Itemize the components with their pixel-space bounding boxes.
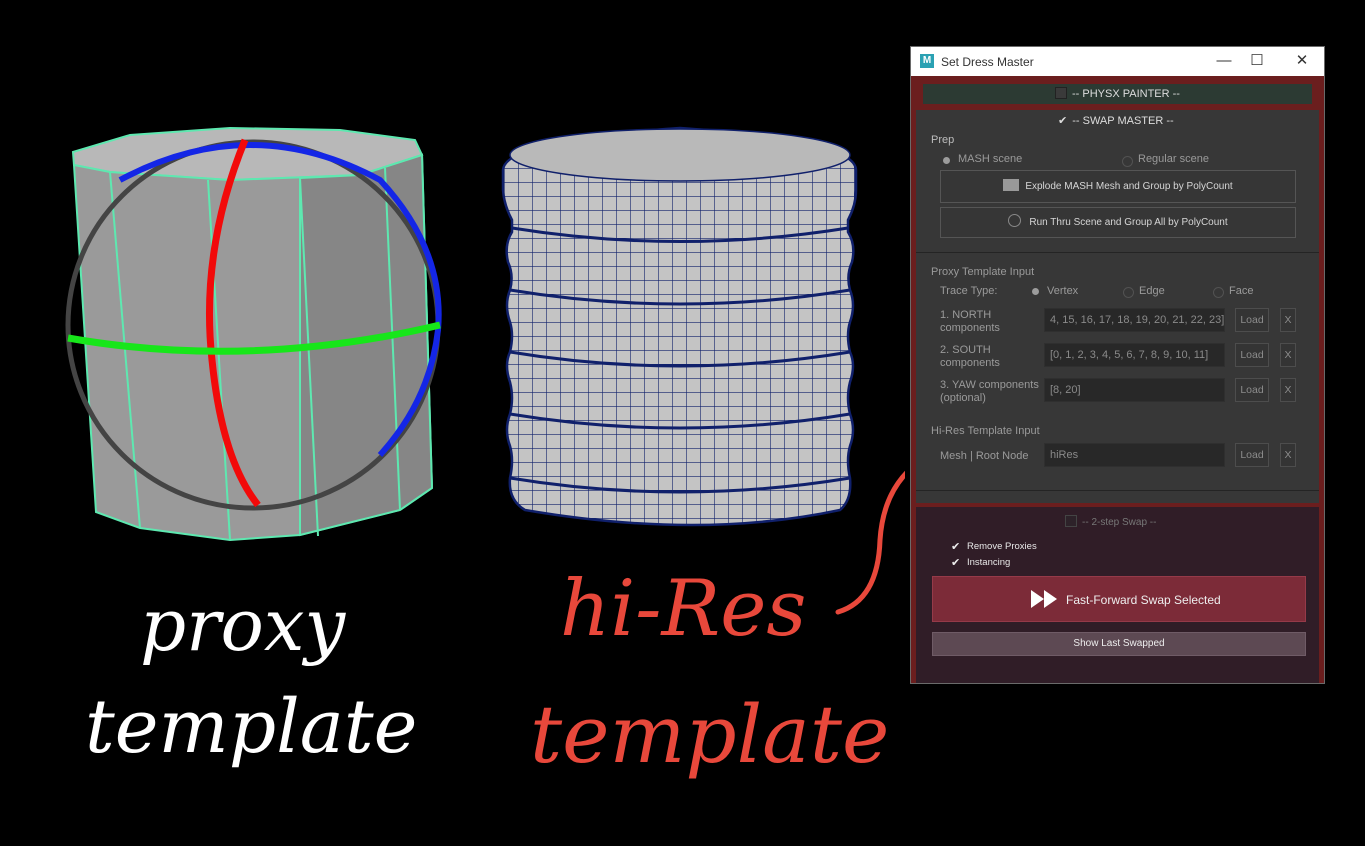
south-label-line1: 2. SOUTH — [940, 344, 991, 356]
yaw-label-line1: 3. YAW components — [940, 379, 1039, 391]
regular-scene-label: Regular scene — [1138, 153, 1209, 165]
yaw-label-line2: (optional) — [940, 392, 986, 404]
explode-mash-button[interactable]: Explode MASH Mesh and Group by PolyCount — [940, 170, 1296, 203]
swap-master-header[interactable]: ✔ -- SWAP MASTER -- — [1058, 114, 1174, 127]
hires-clear-button[interactable]: X — [1280, 443, 1296, 467]
remove-proxies-checkbox[interactable]: ✔ — [951, 542, 961, 553]
vertex-radio[interactable] — [1032, 288, 1039, 295]
north-label-line2: components — [940, 322, 1000, 334]
set-dress-master-window: M Set Dress Master — ☐ ✕ -- PHYSX PAINTE… — [910, 46, 1325, 684]
instancing-checkbox[interactable]: ✔ — [951, 558, 961, 569]
edge-radio[interactable] — [1123, 287, 1134, 298]
yaw-components-label: 3. YAW components (optional) — [940, 379, 1039, 405]
edge-label: Edge — [1139, 285, 1165, 297]
two-step-label: -- 2-step Swap -- — [1082, 517, 1157, 528]
caption-template-word-right: template — [530, 688, 889, 781]
explode-mash-label: Explode MASH Mesh and Group by PolyCount — [1025, 181, 1233, 192]
south-components-field[interactable]: [0, 1, 2, 3, 4, 5, 6, 7, 8, 9, 10, 11] — [1044, 343, 1225, 367]
swap-master-checkbox[interactable]: ✔ — [1058, 115, 1067, 127]
mesh-root-node-label: Mesh | Root Node — [940, 450, 1029, 462]
proxy-cylinder-model — [65, 126, 442, 542]
regular-scene-radio[interactable] — [1122, 156, 1133, 167]
instancing-label: Instancing — [967, 557, 1011, 568]
graph-icon — [1003, 179, 1020, 191]
run-thru-label: Run Thru Scene and Group All by PolyCoun… — [1029, 217, 1228, 228]
fast-forward-label: Fast-Forward Swap Selected — [1066, 593, 1221, 607]
mash-scene-label: MASH scene — [958, 153, 1023, 165]
illustration-canvas: proxy template hi-Res template — [65, 126, 905, 781]
proxy-template-heading: Proxy Template Input — [931, 266, 1035, 278]
physx-label: -- PHYSX PAINTER -- — [1072, 88, 1180, 100]
minimize-button[interactable]: — — [1209, 51, 1239, 71]
fast-forward-swap-button[interactable]: Fast-Forward Swap Selected — [932, 576, 1306, 622]
south-components-label: 2. SOUTH components — [940, 344, 1000, 370]
prep-heading: Prep — [931, 134, 955, 146]
swap-master-label: -- SWAP MASTER -- — [1072, 115, 1174, 127]
caption-proxy-word: proxy — [140, 583, 346, 667]
north-load-button[interactable]: Load — [1235, 308, 1269, 332]
fast-forward-icon — [1031, 590, 1057, 608]
divider — [916, 252, 1319, 253]
two-step-checkbox[interactable] — [1065, 515, 1077, 527]
window-title: Set Dress Master — [941, 55, 1034, 69]
physx-checkbox[interactable] — [1055, 87, 1067, 99]
close-button[interactable]: ✕ — [1287, 51, 1317, 71]
hires-mesh-field[interactable]: hiRes — [1044, 443, 1225, 467]
maximize-button[interactable]: ☐ — [1242, 51, 1272, 71]
north-label-line1: 1. NORTH — [940, 309, 992, 321]
face-label: Face — [1229, 285, 1254, 297]
swap-master-section: ✔ -- SWAP MASTER -- Prep MASH scene Regul… — [916, 110, 1319, 503]
vertex-label: Vertex — [1047, 285, 1079, 297]
mash-scene-radio[interactable] — [943, 157, 950, 164]
south-label-line2: components — [940, 357, 1000, 369]
hires-template-caption: hi-Res template — [530, 564, 889, 781]
face-radio[interactable] — [1213, 287, 1224, 298]
north-components-label: 1. NORTH components — [940, 309, 1000, 335]
hires-template-heading: Hi-Res Template Input — [931, 425, 1040, 437]
physx-painter-section[interactable]: -- PHYSX PAINTER -- — [923, 84, 1312, 104]
divider — [916, 490, 1319, 491]
remove-proxies-label: Remove Proxies — [967, 541, 1037, 552]
hires-load-button[interactable]: Load — [1235, 443, 1269, 467]
proxy-template-caption: proxy template — [85, 583, 417, 770]
show-last-swapped-button[interactable]: Show Last Swapped — [932, 632, 1306, 656]
south-clear-button[interactable]: X — [1280, 343, 1296, 367]
caption-hires-word: hi-Res — [560, 564, 806, 654]
yaw-clear-button[interactable]: X — [1280, 378, 1296, 402]
title-bar: M Set Dress Master — ☐ ✕ — [911, 47, 1324, 76]
two-step-swap-section: -- 2-step Swap -- ✔ Remove Proxies ✔ Ins… — [916, 507, 1319, 683]
maya-app-icon: M — [920, 54, 934, 68]
caption-template-word-left: template — [85, 684, 417, 770]
trace-type-label: Trace Type: — [940, 285, 998, 297]
north-clear-button[interactable]: X — [1280, 308, 1296, 332]
window-body: -- PHYSX PAINTER -- ✔ -- SWAP MASTER -- P… — [911, 76, 1324, 683]
two-step-swap-header[interactable]: -- 2-step Swap -- — [1065, 515, 1156, 528]
north-components-field[interactable]: 4, 15, 16, 17, 18, 19, 20, 21, 22, 23] — [1044, 308, 1225, 332]
hires-cylinder-model — [501, 126, 858, 527]
yaw-load-button[interactable]: Load — [1235, 378, 1269, 402]
south-load-button[interactable]: Load — [1235, 343, 1269, 367]
run-thru-scene-button[interactable]: Run Thru Scene and Group All by PolyCoun… — [940, 207, 1296, 238]
yaw-components-field[interactable]: [8, 20] — [1044, 378, 1225, 402]
globe-icon — [1008, 214, 1022, 227]
